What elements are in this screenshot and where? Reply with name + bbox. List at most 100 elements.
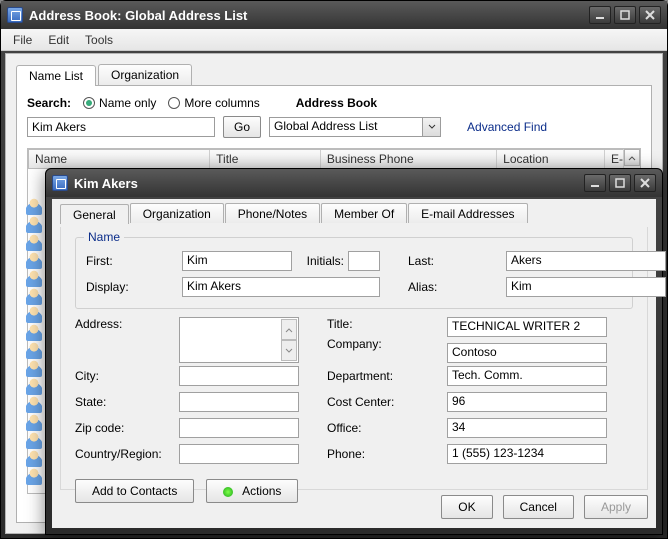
zip-field[interactable] bbox=[179, 418, 299, 438]
office-field[interactable]: 34 bbox=[447, 418, 607, 438]
user-icon bbox=[26, 306, 42, 323]
minimize-button[interactable] bbox=[589, 6, 611, 24]
menu-edit[interactable]: Edit bbox=[40, 31, 77, 49]
title-label: Title: bbox=[327, 317, 419, 331]
tab-general[interactable]: General bbox=[60, 204, 129, 224]
initials-label: Initials: bbox=[296, 254, 344, 268]
radio-name-only[interactable]: Name only bbox=[83, 96, 156, 110]
last-field[interactable]: Akers bbox=[506, 251, 666, 271]
alias-label: Alias: bbox=[408, 280, 478, 294]
scroll-up-icon[interactable] bbox=[624, 149, 640, 166]
contact-properties-dialog: Kim Akers General Organization Phone/Not… bbox=[45, 168, 663, 535]
menu-tools[interactable]: Tools bbox=[77, 31, 121, 49]
user-icon bbox=[26, 360, 42, 377]
first-field[interactable]: Kim bbox=[182, 251, 292, 271]
user-icon bbox=[26, 378, 42, 395]
address-label: Address: bbox=[75, 317, 175, 331]
department-label: Department: bbox=[327, 369, 419, 383]
go-button[interactable]: Go bbox=[223, 116, 261, 138]
close-button[interactable] bbox=[639, 6, 661, 24]
radio-dot-icon bbox=[83, 97, 95, 109]
user-icon bbox=[26, 288, 42, 305]
title-bar[interactable]: Address Book: Global Address List bbox=[1, 1, 667, 29]
cost-center-field[interactable]: 96 bbox=[447, 392, 607, 412]
name-legend: Name bbox=[84, 230, 124, 244]
dialog-close-button[interactable] bbox=[634, 174, 656, 192]
state-label: State: bbox=[75, 395, 175, 409]
cost-center-label: Cost Center: bbox=[327, 395, 419, 409]
spin-up-icon[interactable] bbox=[281, 319, 297, 340]
address-spinner[interactable] bbox=[281, 319, 297, 361]
user-icon bbox=[26, 450, 42, 467]
cancel-button[interactable]: Cancel bbox=[503, 495, 574, 519]
display-field[interactable]: Kim Akers bbox=[182, 277, 380, 297]
tab-phone-notes[interactable]: Phone/Notes bbox=[225, 203, 320, 223]
dialog-footer: OK Cancel Apply bbox=[60, 492, 648, 522]
user-icon bbox=[26, 270, 42, 287]
tab-member-of[interactable]: Member Of bbox=[321, 203, 407, 223]
user-icon bbox=[26, 414, 42, 431]
phone-field[interactable]: 1 (555) 123-1234 bbox=[447, 444, 607, 464]
contact-card-icon bbox=[52, 175, 68, 191]
col-name[interactable]: Name bbox=[29, 150, 210, 168]
spin-down-icon[interactable] bbox=[281, 340, 297, 361]
maximize-button[interactable] bbox=[614, 6, 636, 24]
tab-organization[interactable]: Organization bbox=[98, 64, 192, 85]
chevron-down-icon[interactable] bbox=[422, 118, 440, 136]
menu-bar: File Edit Tools bbox=[1, 29, 667, 51]
country-field[interactable] bbox=[179, 444, 299, 464]
office-label: Office: bbox=[327, 421, 419, 435]
display-label: Display: bbox=[86, 280, 178, 294]
address-book-combo[interactable]: Global Address List bbox=[269, 117, 441, 137]
address-field[interactable] bbox=[179, 317, 299, 363]
user-icon bbox=[26, 234, 42, 251]
user-icon bbox=[26, 342, 42, 359]
city-field[interactable] bbox=[179, 366, 299, 386]
country-label: Country/Region: bbox=[75, 447, 175, 461]
col-title[interactable]: Title bbox=[210, 150, 321, 168]
first-label: First: bbox=[86, 254, 178, 268]
main-tabs: Name List Organization bbox=[16, 64, 652, 86]
search-label: Search: bbox=[27, 96, 71, 110]
ok-button[interactable]: OK bbox=[441, 495, 492, 519]
company-field[interactable]: Contoso bbox=[447, 343, 607, 363]
phone-label: Phone: bbox=[327, 447, 419, 461]
radio-dot-icon bbox=[168, 97, 180, 109]
address-book-icon bbox=[7, 7, 23, 23]
address-book-label: Address Book bbox=[296, 96, 377, 110]
dialog-title: Kim Akers bbox=[74, 176, 138, 191]
user-icon bbox=[26, 252, 42, 269]
company-label: Company: bbox=[327, 337, 419, 351]
search-input[interactable] bbox=[27, 117, 215, 137]
col-location[interactable]: Location bbox=[497, 150, 605, 168]
tab-organization[interactable]: Organization bbox=[130, 203, 224, 223]
department-field[interactable]: Tech. Comm. bbox=[447, 366, 607, 386]
address-book-value: Global Address List bbox=[269, 117, 441, 137]
general-form: Name First: Kim Initials: Last: Akers Di… bbox=[60, 227, 648, 490]
dialog-tabs: General Organization Phone/Notes Member … bbox=[52, 199, 656, 223]
tab-name-list[interactable]: Name List bbox=[16, 65, 96, 86]
alias-field[interactable]: Kim bbox=[506, 277, 666, 297]
user-icon bbox=[26, 198, 42, 215]
dialog-maximize-button[interactable] bbox=[609, 174, 631, 192]
city-label: City: bbox=[75, 369, 175, 383]
state-field[interactable] bbox=[179, 392, 299, 412]
menu-file[interactable]: File bbox=[5, 31, 40, 49]
window-title: Address Book: Global Address List bbox=[29, 8, 247, 23]
initials-field[interactable] bbox=[348, 251, 380, 271]
title-field[interactable]: TECHNICAL WRITER 2 bbox=[447, 317, 607, 337]
dialog-minimize-button[interactable] bbox=[584, 174, 606, 192]
zip-label: Zip code: bbox=[75, 421, 175, 435]
name-groupbox: Name First: Kim Initials: Last: Akers Di… bbox=[75, 237, 633, 309]
dialog-title-bar[interactable]: Kim Akers bbox=[46, 169, 662, 197]
last-label: Last: bbox=[408, 254, 478, 268]
radio-more-columns[interactable]: More columns bbox=[168, 96, 259, 110]
tab-email-addresses[interactable]: E-mail Addresses bbox=[408, 203, 527, 223]
grid-user-icons bbox=[26, 198, 44, 486]
user-icon bbox=[26, 468, 42, 485]
user-icon bbox=[26, 396, 42, 413]
apply-button[interactable]: Apply bbox=[584, 495, 648, 519]
col-business-phone[interactable]: Business Phone bbox=[321, 150, 497, 168]
advanced-find-link[interactable]: Advanced Find bbox=[467, 120, 547, 134]
user-icon bbox=[26, 216, 42, 233]
